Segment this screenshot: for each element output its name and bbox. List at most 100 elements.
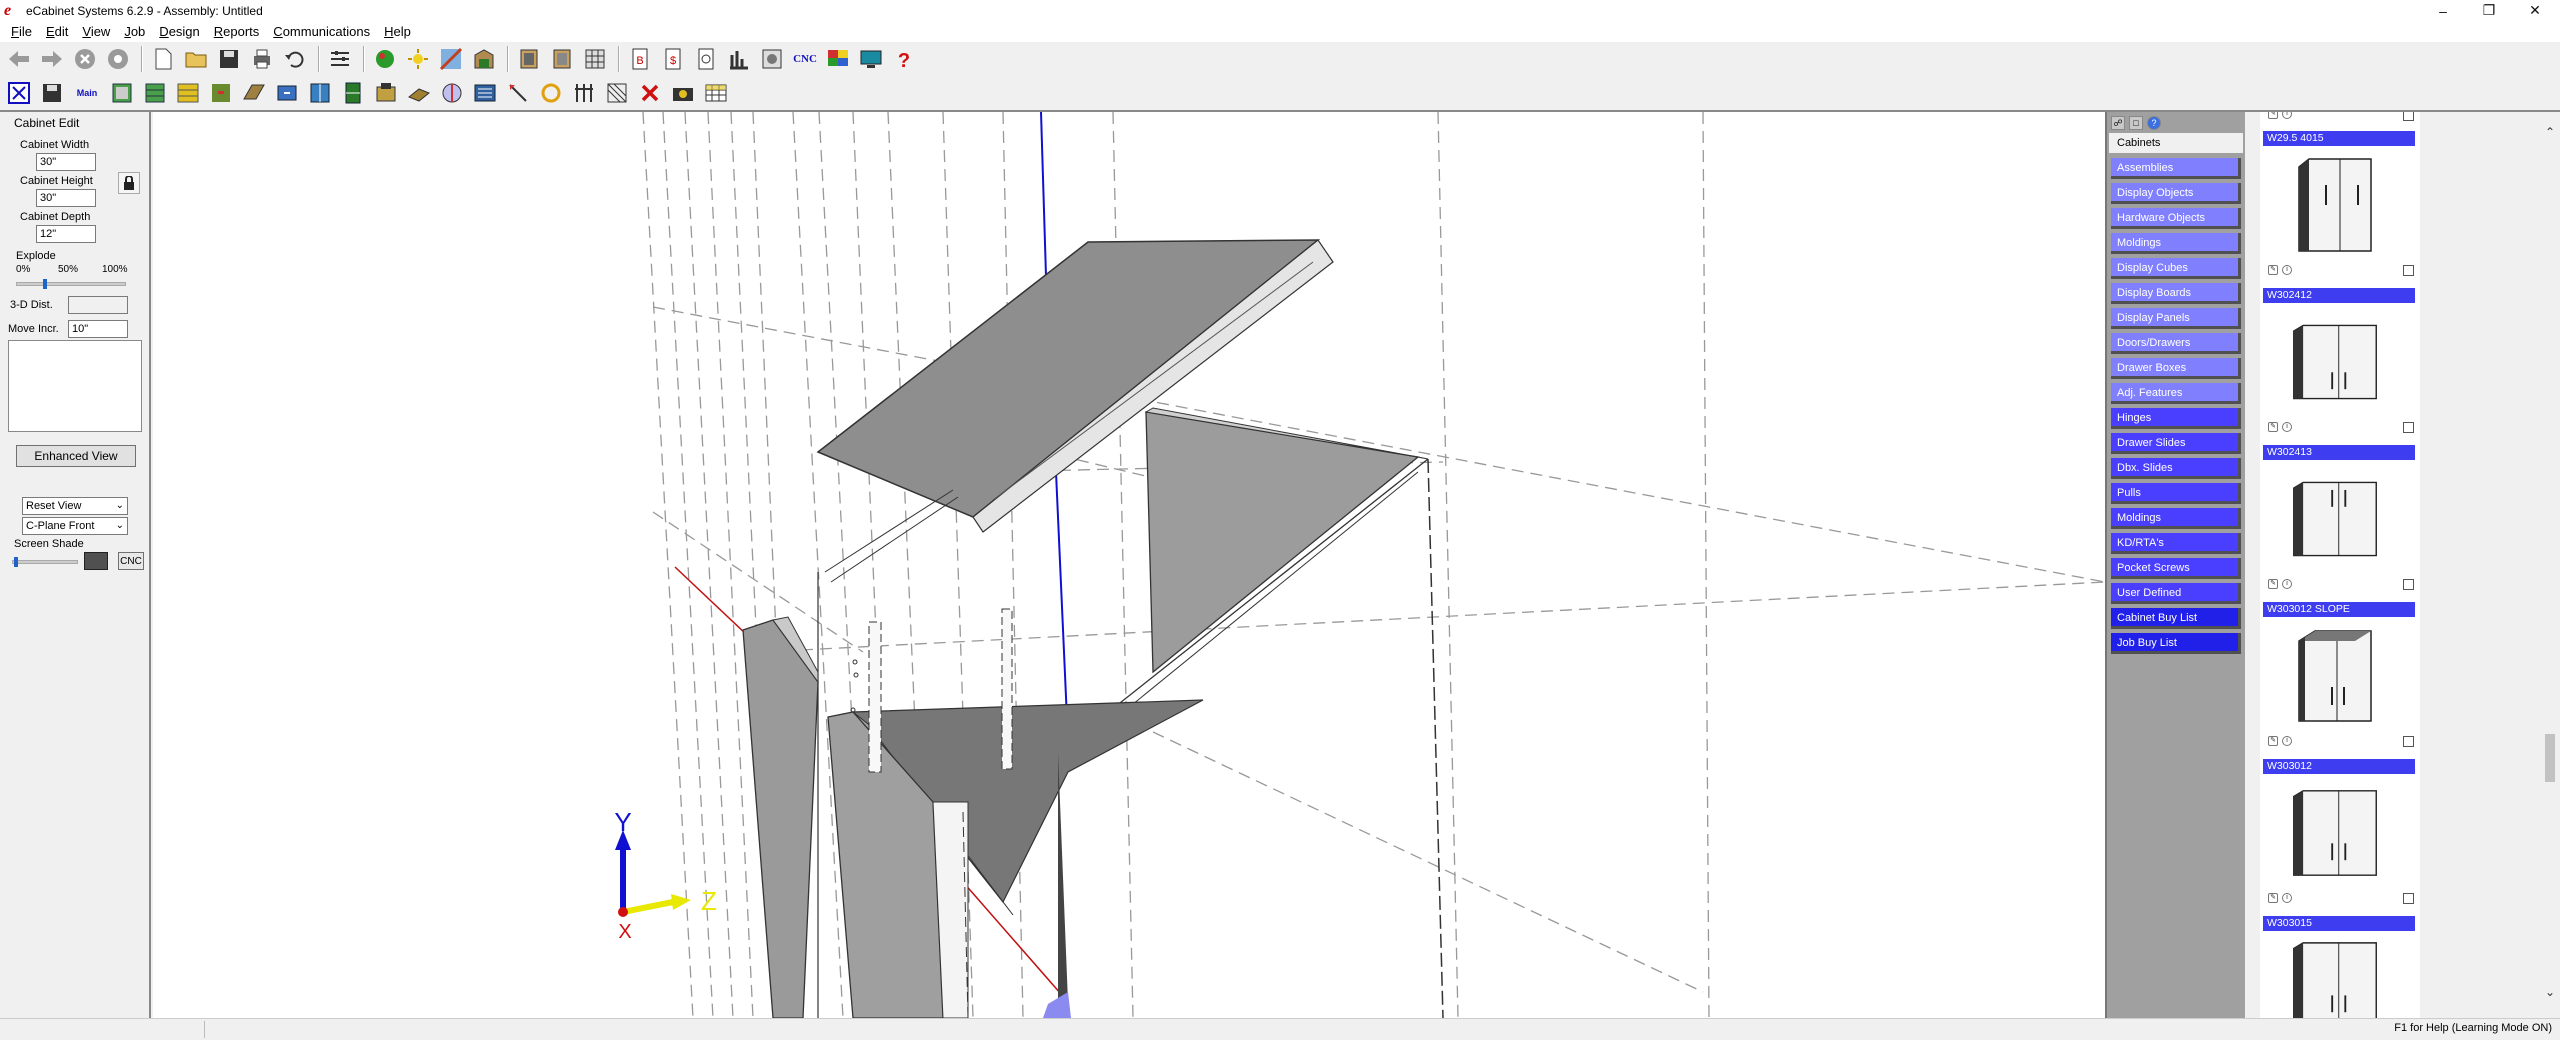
cabinet-thumbnail[interactable]: W29.5 4015 ✎ i <box>2260 131 2420 286</box>
cabinet-thumbnail[interactable]: W303012 SLOPE ✎ i <box>2260 602 2420 757</box>
cabinet-thumbnail[interactable]: W302412 ✎ i <box>2260 288 2420 443</box>
cabinet-height-input[interactable]: 30" <box>36 189 96 207</box>
shade-color-swatch[interactable] <box>84 552 108 570</box>
menu-help[interactable]: Help <box>377 24 418 39</box>
category-moldings-hw[interactable]: Moldings <box>2111 508 2241 529</box>
category-display-objects[interactable]: Display Objects <box>2111 183 2241 204</box>
edge-icon[interactable] <box>436 44 466 74</box>
cabinet-icon[interactable] <box>469 44 499 74</box>
right-side-panel[interactable] <box>1145 411 1420 674</box>
select-checkbox[interactable] <box>2403 736 2414 747</box>
close-button[interactable]: ✕ <box>2512 0 2558 21</box>
edit-icon[interactable]: ✎ <box>2268 422 2278 432</box>
category-moldings[interactable]: Moldings <box>2111 233 2241 254</box>
menu-view[interactable]: View <box>75 24 117 39</box>
layout-icon[interactable] <box>503 78 533 108</box>
select-checkbox[interactable] <box>2403 265 2414 276</box>
info-icon[interactable]: i <box>2282 893 2292 903</box>
cabinet-depth-input[interactable]: 12" <box>36 225 96 243</box>
cabinet-thumbnail[interactable]: W302413 ✎ i <box>2260 445 2420 600</box>
materials-icon[interactable] <box>370 44 400 74</box>
circle-icon[interactable] <box>103 44 133 74</box>
scroll-thumb[interactable] <box>2545 734 2555 782</box>
select-checkbox[interactable] <box>2403 112 2414 121</box>
floor-icon[interactable] <box>239 78 269 108</box>
category-display-cubes[interactable]: Display Cubes <box>2111 258 2241 279</box>
select-checkbox[interactable] <box>2403 422 2414 433</box>
plane-select[interactable]: C-Plane Front ⌄ <box>22 517 128 535</box>
delete-icon[interactable] <box>635 78 665 108</box>
cabinet-tall-icon[interactable] <box>338 78 368 108</box>
category-cabinet-buy-list[interactable]: Cabinet Buy List <box>2111 608 2241 629</box>
menu-communications[interactable]: Communications <box>266 24 377 39</box>
hatch-icon[interactable] <box>569 78 599 108</box>
scroll-down-icon[interactable]: ⌄ <box>2544 986 2556 998</box>
screen-shade-slider[interactable] <box>12 557 78 567</box>
dimension-icon[interactable] <box>536 78 566 108</box>
notes-box[interactable] <box>8 340 142 432</box>
multicolor-icon[interactable] <box>823 44 853 74</box>
grid-icon[interactable] <box>580 44 610 74</box>
menu-file[interactable]: File <box>4 24 39 39</box>
edit-icon[interactable]: ✎ <box>2268 579 2278 589</box>
open-folder-icon[interactable] <box>181 44 211 74</box>
config-icon[interactable] <box>757 44 787 74</box>
chart-icon[interactable] <box>724 44 754 74</box>
category-kd-rta[interactable]: KD/RTA's <box>2111 533 2241 554</box>
select-checkbox[interactable] <box>2403 893 2414 904</box>
dist-input[interactable] <box>68 296 128 314</box>
enhanced-view-button[interactable]: Enhanced View <box>16 445 136 467</box>
bench-icon[interactable] <box>371 78 401 108</box>
main-icon[interactable]: Main <box>70 78 104 108</box>
3d-viewport[interactable]: Y Z X <box>153 112 2105 1018</box>
camera-icon[interactable] <box>668 78 698 108</box>
category-pocket-screws[interactable]: Pocket Screws <box>2111 558 2241 579</box>
restore-button[interactable]: ❐ <box>2466 0 2512 21</box>
link-icon[interactable]: ☍ <box>2111 116 2125 130</box>
info-icon[interactable]: i <box>2282 736 2292 746</box>
copy-icon[interactable]: □ <box>2129 116 2143 130</box>
info-icon[interactable]: i <box>2282 579 2292 589</box>
category-pulls[interactable]: Pulls <box>2111 483 2241 504</box>
stop-icon[interactable] <box>70 44 100 74</box>
category-drawer-boxes[interactable]: Drawer Boxes <box>2111 358 2241 379</box>
category-dbx-slides[interactable]: Dbx. Slides <box>2111 458 2241 479</box>
category-header[interactable]: Cabinets <box>2109 133 2243 153</box>
cabinet-box-icon[interactable] <box>514 44 544 74</box>
category-hardware-objects[interactable]: Hardware Objects <box>2111 208 2241 229</box>
forward-arrow-icon[interactable] <box>37 44 67 74</box>
drawer-icon[interactable] <box>272 78 302 108</box>
cabinet-wall-icon[interactable] <box>305 78 335 108</box>
grid-hatch-icon[interactable] <box>602 78 632 108</box>
rotate-icon[interactable] <box>470 78 500 108</box>
category-assemblies[interactable]: Assemblies <box>2111 158 2241 179</box>
b-report-icon[interactable]: B <box>625 44 655 74</box>
reset-view-select[interactable]: Reset View ⌄ <box>22 497 128 515</box>
cabinet-thumbnail[interactable]: W303015 <box>2260 916 2420 1018</box>
edit-icon[interactable]: ✎ <box>2268 112 2278 119</box>
edit-icon[interactable]: ✎ <box>2268 265 2278 275</box>
dollar-report-icon[interactable]: $ <box>658 44 688 74</box>
print-icon[interactable] <box>247 44 277 74</box>
monitor-icon[interactable] <box>856 44 886 74</box>
explode-slider[interactable] <box>16 279 126 289</box>
save-icon[interactable] <box>37 78 67 108</box>
minimize-button[interactable]: – <box>2420 0 2466 21</box>
menu-edit[interactable]: Edit <box>39 24 75 39</box>
category-hinges[interactable]: Hinges <box>2111 408 2241 429</box>
menu-job[interactable]: Job <box>117 24 152 39</box>
screen-shade-thumb[interactable] <box>14 557 18 567</box>
info-icon[interactable]: i <box>2282 422 2292 432</box>
library-scrollbar[interactable]: ⌃ ⌄ <box>2540 112 2560 1018</box>
menu-design[interactable]: Design <box>152 24 206 39</box>
cnc-button[interactable]: CNC <box>118 552 144 570</box>
cnc-icon[interactable]: CNC <box>790 44 820 74</box>
lock-button[interactable] <box>118 172 140 194</box>
save-disk-icon[interactable] <box>214 44 244 74</box>
settings-sliders-icon[interactable] <box>325 44 355 74</box>
shelf-icon[interactable] <box>173 78 203 108</box>
help-question-icon[interactable]: ? <box>889 44 919 74</box>
category-display-panels[interactable]: Display Panels <box>2111 308 2241 329</box>
cabinet-thumbnail[interactable]: W303012 ✎ i <box>2260 759 2420 914</box>
move-incr-input[interactable]: 10" <box>68 320 128 338</box>
